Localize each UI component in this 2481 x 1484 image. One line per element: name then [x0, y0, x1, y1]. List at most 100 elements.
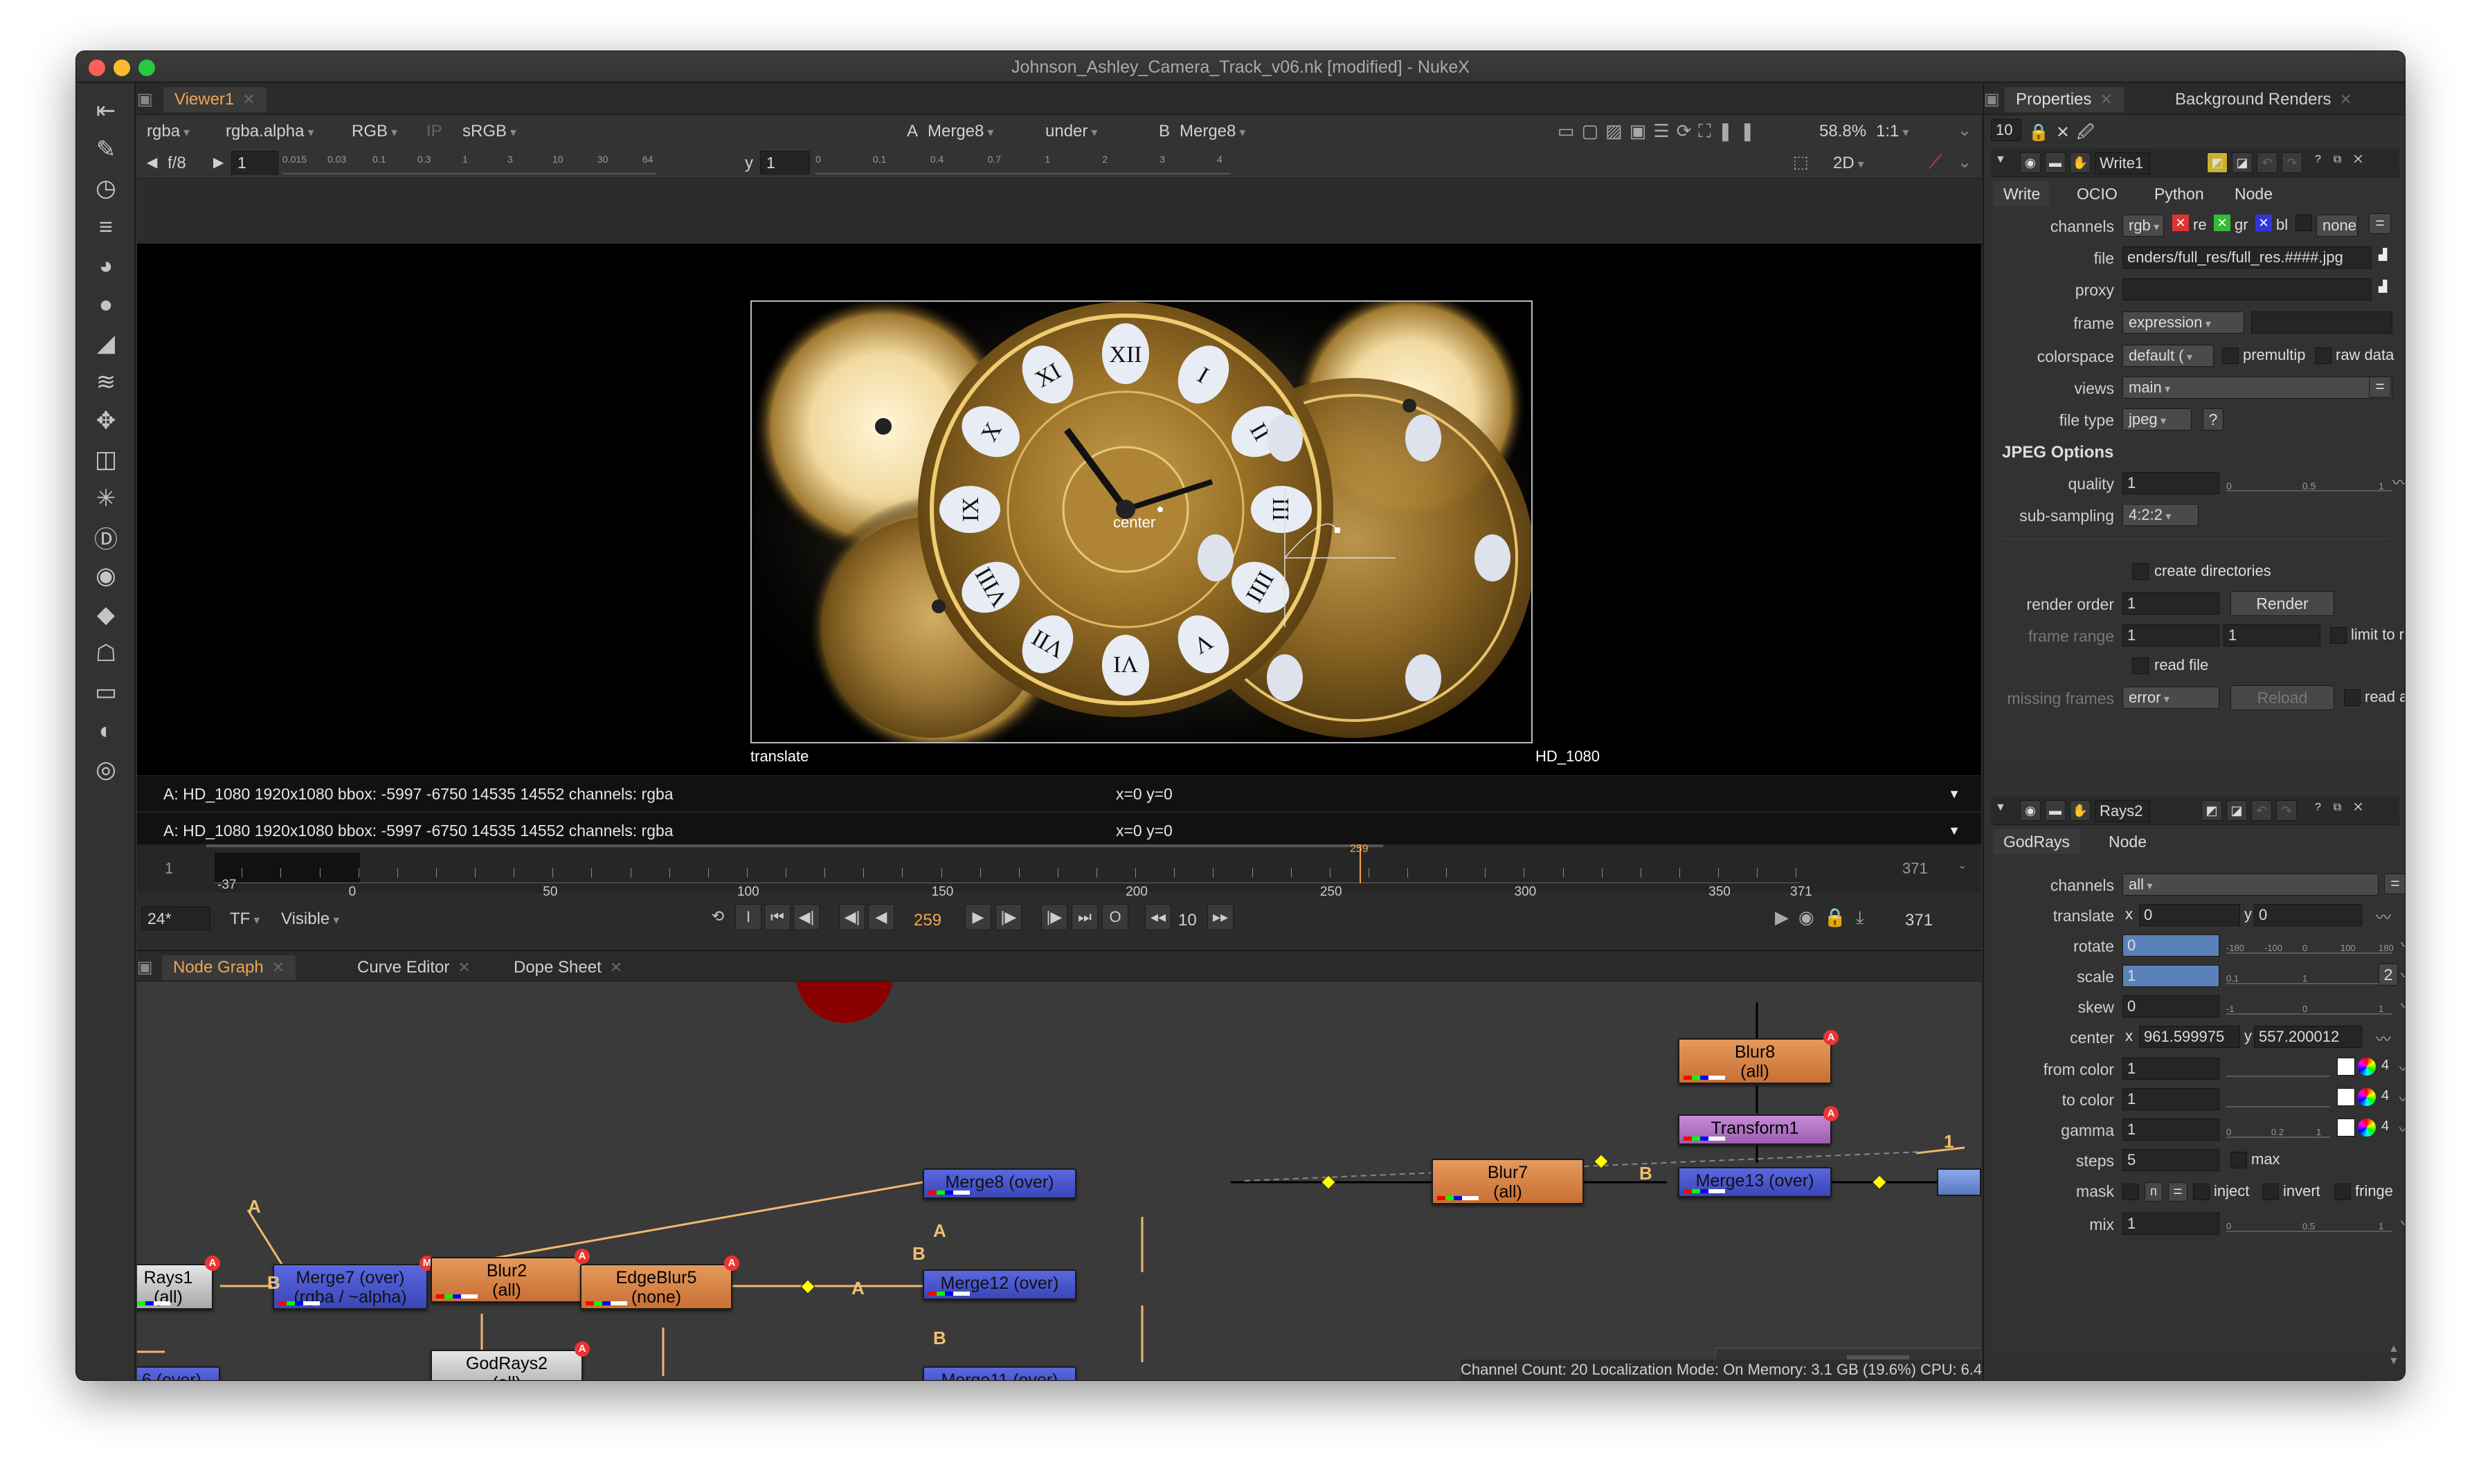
node-tile-color-icon[interactable]: ◩ [2207, 152, 2228, 173]
a-input-dropdown[interactable]: Merge8 [928, 122, 993, 141]
colorspace-dropdown[interactable]: default ( [2122, 345, 2214, 367]
out-point-button[interactable]: O [1102, 904, 1128, 930]
end-frame-field[interactable]: 371 [1905, 911, 1933, 930]
read-file-checkbox[interactable] [2132, 658, 2149, 674]
mask-link-button[interactable]: = [2168, 1182, 2187, 1202]
write-tab-write[interactable]: Write [1994, 181, 2050, 206]
create-directories-checkbox[interactable] [2132, 563, 2149, 580]
disable-node-icon[interactable]: ◉ [2020, 800, 2041, 821]
render-order-field[interactable]: 1 [2122, 592, 2219, 615]
center-x-field[interactable]: 961.599975 [2139, 1026, 2240, 1048]
node-merge12[interactable]: Merge12 (over) [923, 1269, 1076, 1300]
wipe-operation-dropdown[interactable]: under [1045, 122, 1097, 141]
node-offscreen[interactable] [1937, 1168, 1981, 1196]
animation-curve-icon[interactable]: 〰 [2401, 1211, 2405, 1233]
color-icon[interactable]: ◕ [91, 251, 121, 281]
gamma-slider[interactable]: 0 0.1 0.4 0.7 1 2 3 4 [815, 151, 1231, 174]
timeline[interactable]: 1 0 50 100 150 200 250 300 350 371 -37 259 371 ⌄ [137, 843, 1981, 899]
from-color-slider[interactable] [2226, 1055, 2330, 1077]
color-wheel-icon[interactable] [2358, 1058, 2376, 1076]
paint-stroke-icon[interactable]: ⟋ [1929, 151, 1942, 174]
paint-icon[interactable]: ✎ [91, 134, 121, 165]
close-tab-icon[interactable]: ✕ [242, 91, 255, 108]
play-backward-button[interactable]: ◀ [868, 904, 894, 930]
scale-field[interactable]: 1 [2122, 965, 2219, 987]
expand-chevron-icon[interactable]: ⌄ [1958, 120, 1972, 141]
next-frame-button[interactable]: |▶ [995, 904, 1022, 930]
from-color-swatch[interactable] [2337, 1058, 2355, 1076]
tab-background-renders[interactable]: Background Renders ✕ [2164, 87, 2363, 112]
animation-curve-icon[interactable]: 〰 [2399, 1119, 2405, 1139]
translate-handle-label[interactable]: translate [750, 748, 809, 766]
tab-viewer1[interactable]: Viewer1 ✕ [163, 87, 267, 112]
proxy-browser-icon[interactable]: ▟ [2379, 280, 2387, 293]
node-merge11[interactable]: Merge11 (over) [923, 1366, 1076, 1380]
fstop-next-icon[interactable]: ▶ [213, 154, 224, 171]
rotate-slider[interactable]: -180 -100 0 100 180 [2226, 932, 2394, 954]
proxy-path-field[interactable] [2122, 278, 2372, 300]
from-color-field[interactable]: 1 [2122, 1058, 2219, 1080]
other-icon[interactable]: ▭ [91, 677, 121, 707]
close-tab-icon[interactable]: ✕ [2100, 91, 2112, 108]
metadata-icon[interactable]: ◆ [91, 599, 121, 630]
center-y-field[interactable]: 557.200012 [2254, 1026, 2362, 1048]
channel-icon[interactable]: ≡ [91, 212, 121, 242]
panel-menu-icon[interactable]: ▣ [137, 955, 158, 980]
node-godrays2[interactable]: GodRays2 (all) A [431, 1341, 590, 1380]
filter-icon[interactable]: ● [91, 289, 121, 320]
quality-field[interactable]: 1 [2122, 472, 2219, 494]
channels-link-button[interactable]: = [2369, 213, 2391, 234]
loop-icon[interactable]: ⟲ [705, 904, 731, 930]
visible-range-dropdown[interactable]: Visible [281, 910, 339, 929]
skip-forward-button[interactable]: ▸▸ [1207, 904, 1234, 930]
collapse-icon[interactable]: ▼ [1995, 802, 2006, 814]
timeline-chevron-icon[interactable]: ⌄ [1958, 858, 1967, 872]
animation-curve-icon[interactable]: 〰 [2392, 471, 2405, 493]
info-expand-icon[interactable]: ▼ [1948, 776, 1960, 812]
file-path-field[interactable]: enders/full_res/full_res.####.jpg [2122, 246, 2372, 269]
alpha-channel-dropdown[interactable]: rgba.alpha [226, 122, 314, 141]
to-color-swatch[interactable] [2337, 1088, 2355, 1106]
animation-curve-icon[interactable]: 〰 [2399, 1088, 2405, 1108]
gamma-slider[interactable]: 0 0.2 1 [2226, 1116, 2330, 1138]
scale-slider[interactable]: 0.1110 [2226, 962, 2392, 984]
b-input-dropdown[interactable]: Merge8 [1180, 122, 1245, 141]
gamma-field[interactable]: 1 [2122, 1119, 2219, 1141]
zoom-level[interactable]: 58.8% [1819, 122, 1866, 141]
frame-expression-field[interactable] [2251, 311, 2392, 334]
channels-dropdown[interactable]: rgba [147, 122, 190, 141]
animation-curve-icon[interactable]: 〰 [2401, 933, 2405, 955]
node-graph[interactable]: Rays1 (all) A Merge7 (over) (rgba / ~alpha… [137, 981, 1981, 1380]
viewer-lut-dropdown[interactable]: sRGB [462, 122, 516, 141]
properties-tool-icons[interactable]: 🔒✕🖉 [2028, 120, 2102, 149]
render-button[interactable]: Render [2230, 591, 2334, 616]
gain-field[interactable]: 1 [231, 151, 278, 174]
ip-button[interactable]: IP [426, 122, 442, 141]
font-color-icon[interactable]: ◪ [2232, 152, 2253, 173]
node-blur2[interactable]: Blur2 (all) A [431, 1249, 590, 1303]
panel-window-icons[interactable]: ?⧉✕ [2315, 154, 2375, 166]
to-color-slider[interactable] [2226, 1085, 2330, 1107]
file-type-dropdown[interactable]: jpeg [2122, 408, 2192, 431]
node-blur8[interactable]: Blur8 (all) A [1678, 1030, 1839, 1084]
merge-icon[interactable]: ≋ [91, 367, 121, 397]
reload-button[interactable]: Reload [2230, 685, 2334, 710]
fringe-checkbox[interactable] [2334, 1184, 2351, 1200]
node-merge13[interactable]: Merge13 (over) [1678, 1167, 1832, 1197]
frame-mode-dropdown[interactable]: expression [2122, 311, 2244, 334]
mask-checkbox[interactable] [2122, 1184, 2139, 1200]
channels-link-button[interactable]: = [2384, 874, 2405, 894]
channels-dropdown[interactable]: all [2122, 874, 2379, 896]
godrays-tab-node[interactable]: Node [2099, 829, 2156, 854]
timeline-start[interactable]: 1 [165, 860, 173, 878]
panel-menu-icon[interactable]: ▣ [137, 87, 158, 112]
viewer-canvas[interactable]: XII I II III IIII V VI VII VIII IX X XI center tran… [137, 244, 1981, 804]
raw-data-checkbox[interactable] [2315, 347, 2331, 364]
fstop-value[interactable]: f/8 [168, 154, 186, 173]
node-color-icon[interactable]: ▬ [2045, 152, 2066, 173]
color-channel-count[interactable]: 4 [2381, 1119, 2389, 1134]
undo-icon[interactable]: ↶ [2257, 152, 2277, 173]
close-tab-icon[interactable]: ✕ [2339, 91, 2352, 108]
premultiplied-checkbox[interactable] [2222, 347, 2239, 364]
views-icon[interactable]: ◉ [91, 561, 121, 591]
